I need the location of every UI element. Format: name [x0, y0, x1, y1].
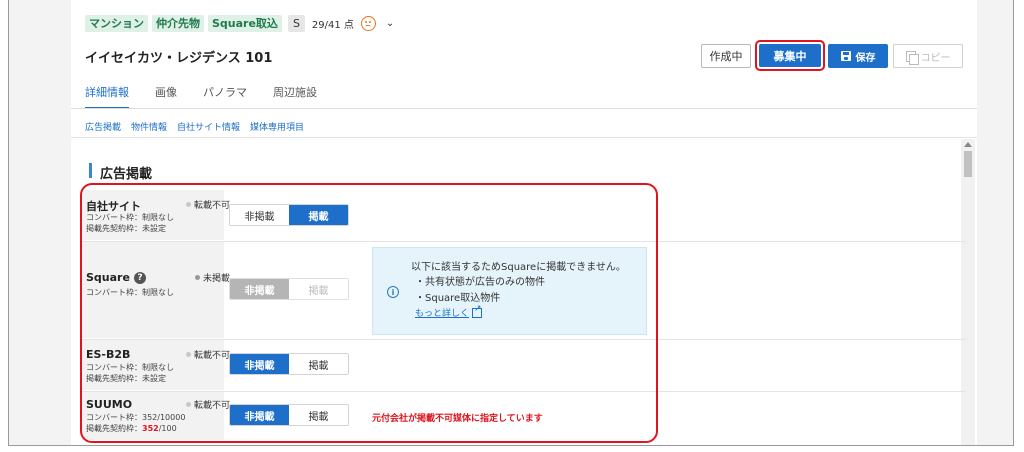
section-accent-bar — [89, 163, 92, 178]
tab-images[interactable]: 画像 — [155, 84, 177, 109]
score-text: 29/41 点 — [311, 20, 354, 31]
recruiting-highlight: 募集中 — [755, 40, 825, 71]
save-button[interactable]: 保存 — [828, 44, 888, 68]
draft-status-button[interactable]: 作成中 — [701, 44, 751, 68]
tab-divider — [71, 108, 977, 109]
scrollbar-track[interactable] — [961, 139, 975, 445]
tab-details[interactable]: 詳細情報 — [85, 84, 129, 109]
subnav-property-info[interactable]: 物件情報 — [131, 120, 167, 133]
copy-label: コピー — [920, 52, 951, 64]
scroll-up-icon[interactable] — [964, 142, 972, 147]
subnav-divider — [71, 137, 977, 138]
sad-face-icon — [360, 16, 376, 31]
tab-surroundings[interactable]: 周辺施設 — [273, 84, 317, 109]
scrollbar-thumb[interactable] — [964, 151, 972, 177]
tag-type: マンション — [85, 15, 148, 32]
subnav-own-site-info[interactable]: 自社サイト情報 — [177, 120, 240, 133]
chevron-down-icon[interactable]: ⌄ — [386, 18, 394, 29]
main-tabs: 詳細情報 画像 パノラマ 周辺施設 — [85, 84, 317, 109]
subnav-media-fields[interactable]: 媒体専用項目 — [250, 120, 304, 133]
copy-icon — [905, 50, 919, 65]
section-title: 広告掲載 — [100, 167, 153, 182]
ad-listing-highlight — [80, 183, 658, 443]
copy-button[interactable]: コピー — [893, 44, 963, 68]
page-title: イイセイカツ・レジデンス 101 — [85, 51, 273, 66]
subnav-ad-listing[interactable]: 広告掲載 — [85, 120, 121, 133]
tab-panorama[interactable]: パノラマ — [203, 84, 247, 109]
tag-square-import: Square取込 — [208, 15, 282, 32]
property-tags: マンション 仲介先物 Square取込 S 29/41 点 ⌄ — [85, 15, 394, 32]
section-nav: 広告掲載 物件情報 自社サイト情報 媒体専用項目 — [85, 120, 304, 133]
tag-brokerage: 仲介先物 — [152, 15, 204, 32]
save-icon — [840, 51, 851, 61]
recruiting-status-button[interactable]: 募集中 — [759, 44, 821, 67]
save-label: 保存 — [855, 52, 876, 64]
tag-s: S — [287, 15, 305, 32]
